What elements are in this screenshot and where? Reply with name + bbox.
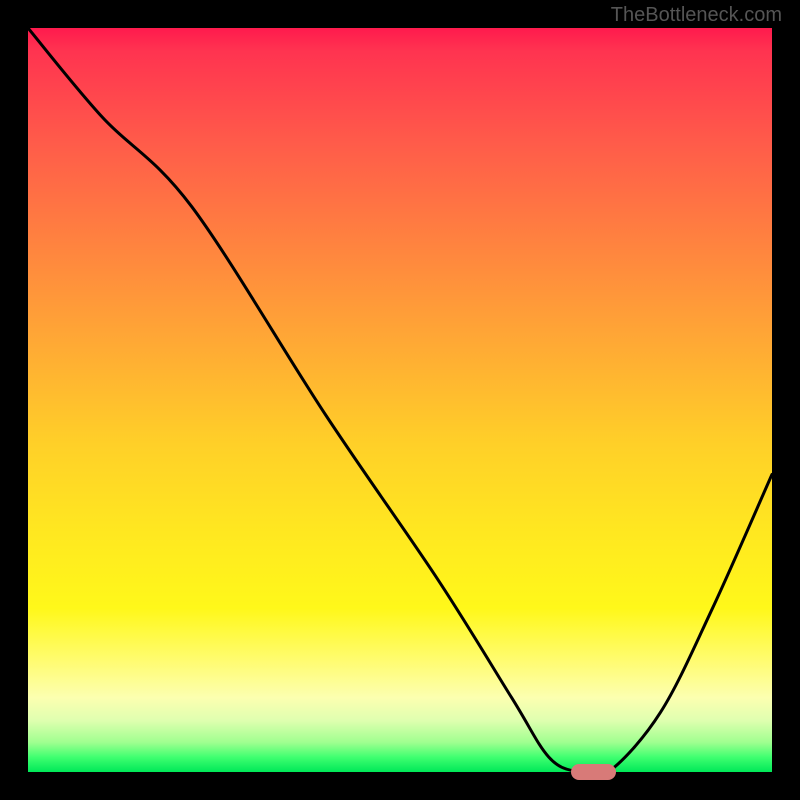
watermark-text: TheBottleneck.com [611, 4, 782, 27]
sweet-spot-marker [571, 764, 616, 780]
bottleneck-curve [28, 28, 772, 772]
chart-plot-area [28, 28, 772, 772]
